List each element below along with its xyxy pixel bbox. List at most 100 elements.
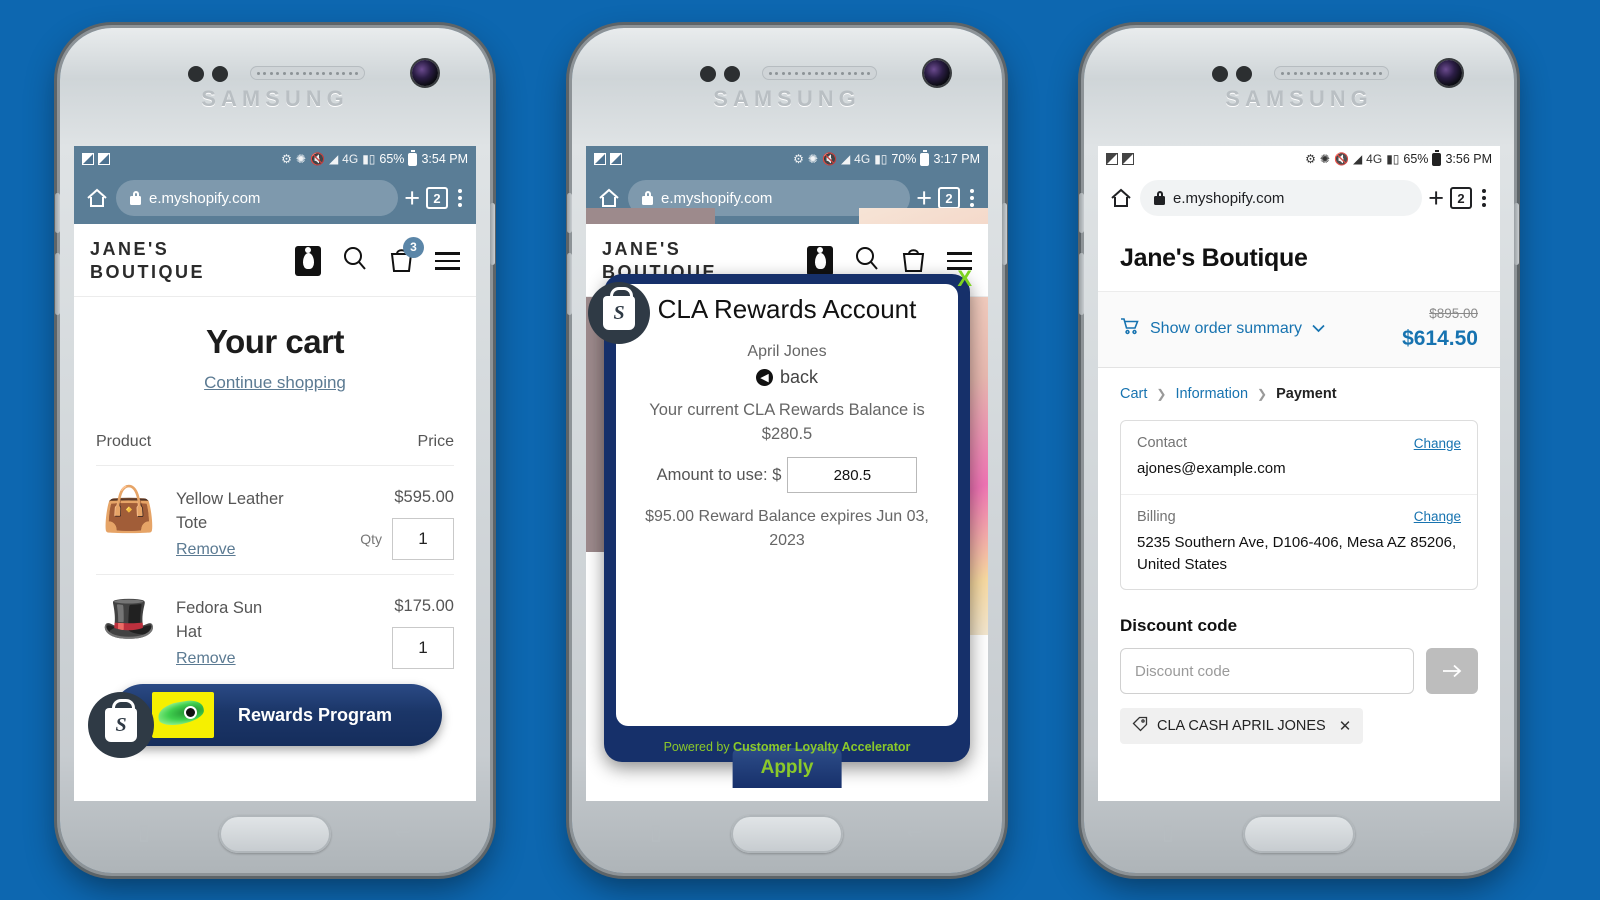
- power-button[interactable]: [1002, 203, 1007, 265]
- proximity-sensor-icon: [700, 66, 716, 82]
- phone-bottom-bezel-3: ▯ ↩: [1084, 801, 1514, 873]
- light-sensor-icon: [1236, 66, 1252, 82]
- bluetooth-icon: ✺: [1319, 152, 1330, 166]
- phone-bottom-bezel-2: ▯ ↩: [572, 801, 1002, 873]
- cart-button[interactable]: 3: [388, 236, 424, 278]
- status-bar-3: ⚙ ✺ 🔇 ◢ 4G ▮▯ 65% 3:56 PM: [1098, 146, 1500, 172]
- new-tab-button[interactable]: +: [404, 184, 420, 212]
- signal-icon: ▮▯: [874, 152, 888, 166]
- tab-count-button[interactable]: 2: [1450, 187, 1472, 209]
- phone-screen-2: ⚙ ✺ 🔇 ◢ 4G ▮▯ 70% 3:17 PM e.myshopify.co…: [586, 146, 988, 801]
- rewards-program-label: Rewards Program: [237, 704, 393, 725]
- show-order-summary-button[interactable]: Show order summary: [1120, 317, 1325, 340]
- quantity-input[interactable]: 1: [392, 518, 454, 561]
- change-contact-link[interactable]: Change: [1414, 436, 1461, 451]
- search-icon[interactable]: [341, 245, 368, 277]
- browser-chrome-1: ⚙ ✺ 🔇 ◢ 4G ▮▯ 65% 3:54 PM e.myshopify.co…: [74, 146, 476, 224]
- bluetooth-icon: ✺: [807, 152, 818, 166]
- close-icon[interactable]: X: [957, 266, 972, 292]
- expiry-text: $95.00 Reward Balance expires Jun 03, 20…: [645, 508, 929, 550]
- tab-count-button[interactable]: 2: [426, 187, 448, 209]
- recents-button[interactable]: ▯: [650, 820, 662, 845]
- store-logo[interactable]: JANE'S BOUTIQUE: [90, 238, 205, 284]
- phone-screen-1: ⚙ ✺ 🔇 ◢ 4G ▮▯ 65% 3:54 PM e.myshopify.co…: [74, 146, 476, 801]
- notification-icons: [594, 153, 622, 165]
- mute-icon: 🔇: [821, 152, 837, 166]
- remove-link[interactable]: Remove: [176, 541, 236, 559]
- search-icon[interactable]: [853, 245, 880, 277]
- back-button[interactable]: ↩: [1418, 820, 1436, 845]
- volume-up-button[interactable]: [1079, 193, 1084, 233]
- apply-button[interactable]: Apply: [732, 748, 842, 788]
- discount-input[interactable]: Discount code: [1120, 648, 1414, 695]
- network-type-label: 4G: [854, 152, 871, 166]
- phone-top-bezel-3: SAMSUNG: [1084, 28, 1514, 120]
- rewards-program-button[interactable]: S Rewards Program: [88, 684, 442, 758]
- account-icon[interactable]: [295, 246, 321, 277]
- wifi-icon: ◢: [328, 152, 339, 166]
- store-logo-line1: JANE'S: [602, 239, 682, 259]
- breadcrumb-information[interactable]: Information: [1175, 386, 1248, 402]
- proximity-sensor-icon: [1212, 66, 1228, 82]
- breadcrumb-cart[interactable]: Cart: [1120, 386, 1147, 402]
- signal-icon: ▮▯: [362, 152, 376, 166]
- continue-shopping-link[interactable]: Continue shopping: [96, 373, 454, 393]
- back-button[interactable]: ◀ back: [630, 367, 944, 388]
- home-icon[interactable]: [1108, 187, 1134, 209]
- address-bar-1[interactable]: e.myshopify.com: [116, 180, 399, 216]
- notification-icon: [1106, 153, 1118, 165]
- billing-value: 5235 Southern Ave, D106-406, Mesa AZ 852…: [1137, 533, 1457, 573]
- home-button[interactable]: [219, 815, 331, 853]
- back-button[interactable]: ↩: [394, 820, 412, 845]
- phone-top-bezel-1: SAMSUNG: [60, 28, 490, 120]
- store-header-1: JANE'S BOUTIQUE 3: [74, 224, 476, 298]
- recents-button[interactable]: ▯: [138, 820, 150, 845]
- home-icon[interactable]: [84, 187, 110, 209]
- volume-down-button[interactable]: [55, 253, 60, 315]
- cart-column-headers: Product Price: [96, 433, 454, 451]
- cart-button[interactable]: [900, 245, 927, 278]
- remove-link[interactable]: Remove: [176, 650, 236, 668]
- order-total: $614.50: [1402, 327, 1478, 350]
- quantity-input[interactable]: 1: [392, 627, 454, 670]
- volume-up-button[interactable]: [567, 193, 572, 233]
- volume-down-button[interactable]: [567, 253, 572, 315]
- account-icon[interactable]: [807, 246, 833, 277]
- front-camera-icon: [412, 60, 438, 86]
- back-button[interactable]: ↩: [906, 820, 924, 845]
- power-button[interactable]: [490, 203, 495, 265]
- power-button[interactable]: [1514, 203, 1519, 265]
- close-icon[interactable]: ✕: [1339, 717, 1352, 735]
- device-brand-label: SAMSUNG: [713, 86, 861, 111]
- review-card: Contact Change ajones@example.com Billin…: [1120, 420, 1478, 591]
- tab-count-button[interactable]: 2: [938, 187, 960, 209]
- home-icon[interactable]: [596, 187, 622, 209]
- browser-menu-button[interactable]: [966, 189, 978, 207]
- recents-button[interactable]: ▯: [1162, 820, 1174, 845]
- notification-icon: [594, 153, 606, 165]
- tag-icon: [1132, 716, 1148, 736]
- browser-menu-button[interactable]: [454, 189, 466, 207]
- volume-down-button[interactable]: [1079, 253, 1084, 315]
- volume-up-button[interactable]: [55, 193, 60, 233]
- contact-value: ajones@example.com: [1137, 460, 1286, 477]
- notification-icon: [610, 153, 622, 165]
- order-summary-bar[interactable]: Show order summary $895.00 $614.50: [1098, 291, 1500, 368]
- home-button[interactable]: [731, 815, 843, 853]
- browser-menu-button[interactable]: [1478, 189, 1490, 207]
- browser-chrome-3: ⚙ ✺ 🔇 ◢ 4G ▮▯ 65% 3:56 PM e.myshopify.co…: [1098, 146, 1500, 224]
- status-bar-1: ⚙ ✺ 🔇 ◢ 4G ▮▯ 65% 3:54 PM: [74, 146, 476, 172]
- home-button[interactable]: [1243, 815, 1355, 853]
- address-bar-3[interactable]: e.myshopify.com: [1140, 180, 1423, 216]
- apply-discount-button[interactable]: [1426, 648, 1478, 695]
- amount-input[interactable]: 280.5: [787, 457, 918, 494]
- new-tab-button[interactable]: +: [1428, 184, 1444, 212]
- front-camera-icon: [924, 60, 950, 86]
- hamburger-menu-icon[interactable]: [435, 252, 460, 270]
- notification-icon: [98, 153, 110, 165]
- discount-heading: Discount code: [1120, 616, 1238, 636]
- change-billing-link[interactable]: Change: [1414, 509, 1461, 524]
- cla-rewards-modal: X CLA Rewards Account April Jones ◀ back…: [588, 266, 972, 788]
- back-label: back: [779, 366, 819, 387]
- browser-toolbar-3: e.myshopify.com + 2: [1098, 172, 1500, 224]
